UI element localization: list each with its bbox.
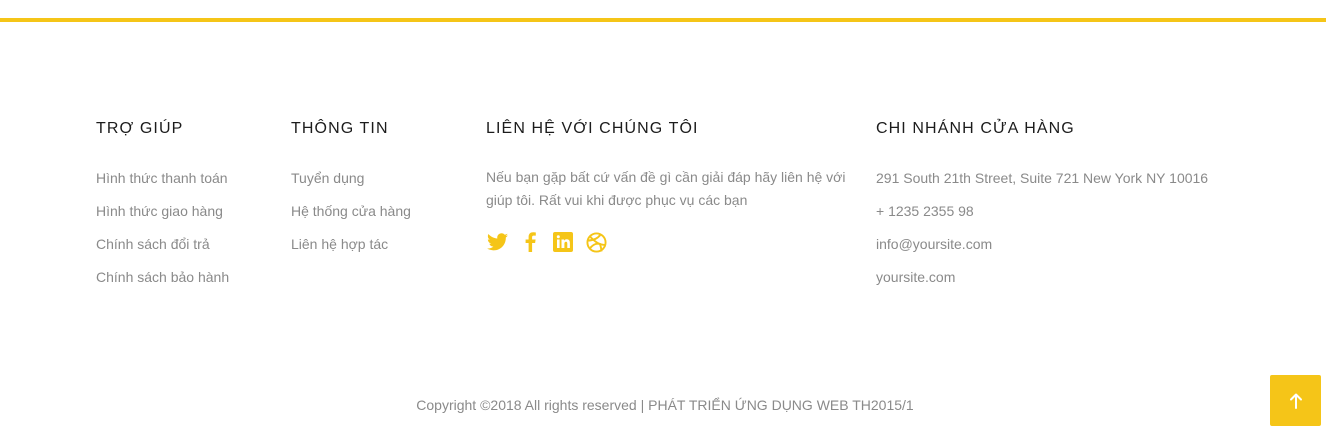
facebook-icon[interactable]	[519, 231, 541, 253]
arrow-up-icon	[1289, 393, 1302, 409]
linkedin-icon[interactable]	[552, 231, 574, 253]
list-item: Hệ thống cửa hàng	[291, 203, 411, 220]
list-item: yoursite.com	[876, 269, 1208, 286]
info-title: THÔNG TIN	[291, 120, 389, 137]
help-column: TRỢ GIÚP Hình thức thanh toán Hình thức …	[96, 120, 229, 302]
list-item: info@yoursite.com	[876, 236, 1208, 253]
return-policy-link[interactable]: Chính sách đổi trả	[96, 236, 210, 252]
branch-details: 291 South 21th Street, Suite 721 New Yor…	[876, 170, 1208, 286]
store-system-link[interactable]: Hệ thống cửa hàng	[291, 203, 411, 219]
branch-email-link[interactable]: info@yoursite.com	[876, 236, 992, 252]
payment-methods-link[interactable]: Hình thức thanh toán	[96, 170, 228, 186]
social-links	[486, 231, 846, 253]
help-links: Hình thức thanh toán Hình thức giao hàng…	[96, 170, 229, 286]
partnership-link[interactable]: Liên hệ hợp tác	[291, 236, 388, 252]
dribbble-icon[interactable]	[585, 231, 607, 253]
warranty-policy-link[interactable]: Chính sách bảo hành	[96, 269, 229, 285]
back-to-top-button[interactable]	[1270, 375, 1321, 426]
recruitment-link[interactable]: Tuyển dụng	[291, 170, 364, 186]
delivery-methods-link[interactable]: Hình thức giao hàng	[96, 203, 223, 219]
top-accent-bar	[0, 18, 1326, 22]
copyright-text: Copyright ©2018 All rights reserved | PH…	[416, 397, 914, 413]
list-item: Liên hệ hợp tác	[291, 236, 411, 253]
info-column: THÔNG TIN Tuyển dụng Hệ thống cửa hàng L…	[291, 120, 411, 269]
contact-column: LIÊN HỆ VỚI CHÚNG TÔI Nếu bạn gặp bất cứ…	[486, 120, 846, 253]
branch-phone-link[interactable]: + 1235 2355 98	[876, 203, 974, 219]
branch-website-link[interactable]: yoursite.com	[876, 269, 955, 285]
list-item: Tuyển dụng	[291, 170, 411, 187]
branch-column: CHI NHÁNH CỬA HÀNG 291 South 21th Street…	[876, 120, 1208, 302]
twitter-icon[interactable]	[486, 231, 508, 253]
branch-title: CHI NHÁNH CỬA HÀNG	[876, 120, 1075, 137]
branch-address: 291 South 21th Street, Suite 721 New Yor…	[876, 170, 1209, 186]
list-item: Chính sách bảo hành	[96, 269, 229, 286]
list-item: + 1235 2355 98	[876, 203, 1208, 220]
contact-description: Nếu bạn gặp bất cứ vấn đề gì cần giải đá…	[486, 169, 846, 208]
contact-title: LIÊN HỆ VỚI CHÚNG TÔI	[486, 120, 699, 137]
list-item: Chính sách đổi trả	[96, 236, 229, 253]
list-item: Hình thức thanh toán	[96, 170, 229, 187]
help-title: TRỢ GIÚP	[96, 120, 184, 137]
list-item: Hình thức giao hàng	[96, 203, 229, 220]
info-links: Tuyển dụng Hệ thống cửa hàng Liên hệ hợp…	[291, 170, 411, 253]
